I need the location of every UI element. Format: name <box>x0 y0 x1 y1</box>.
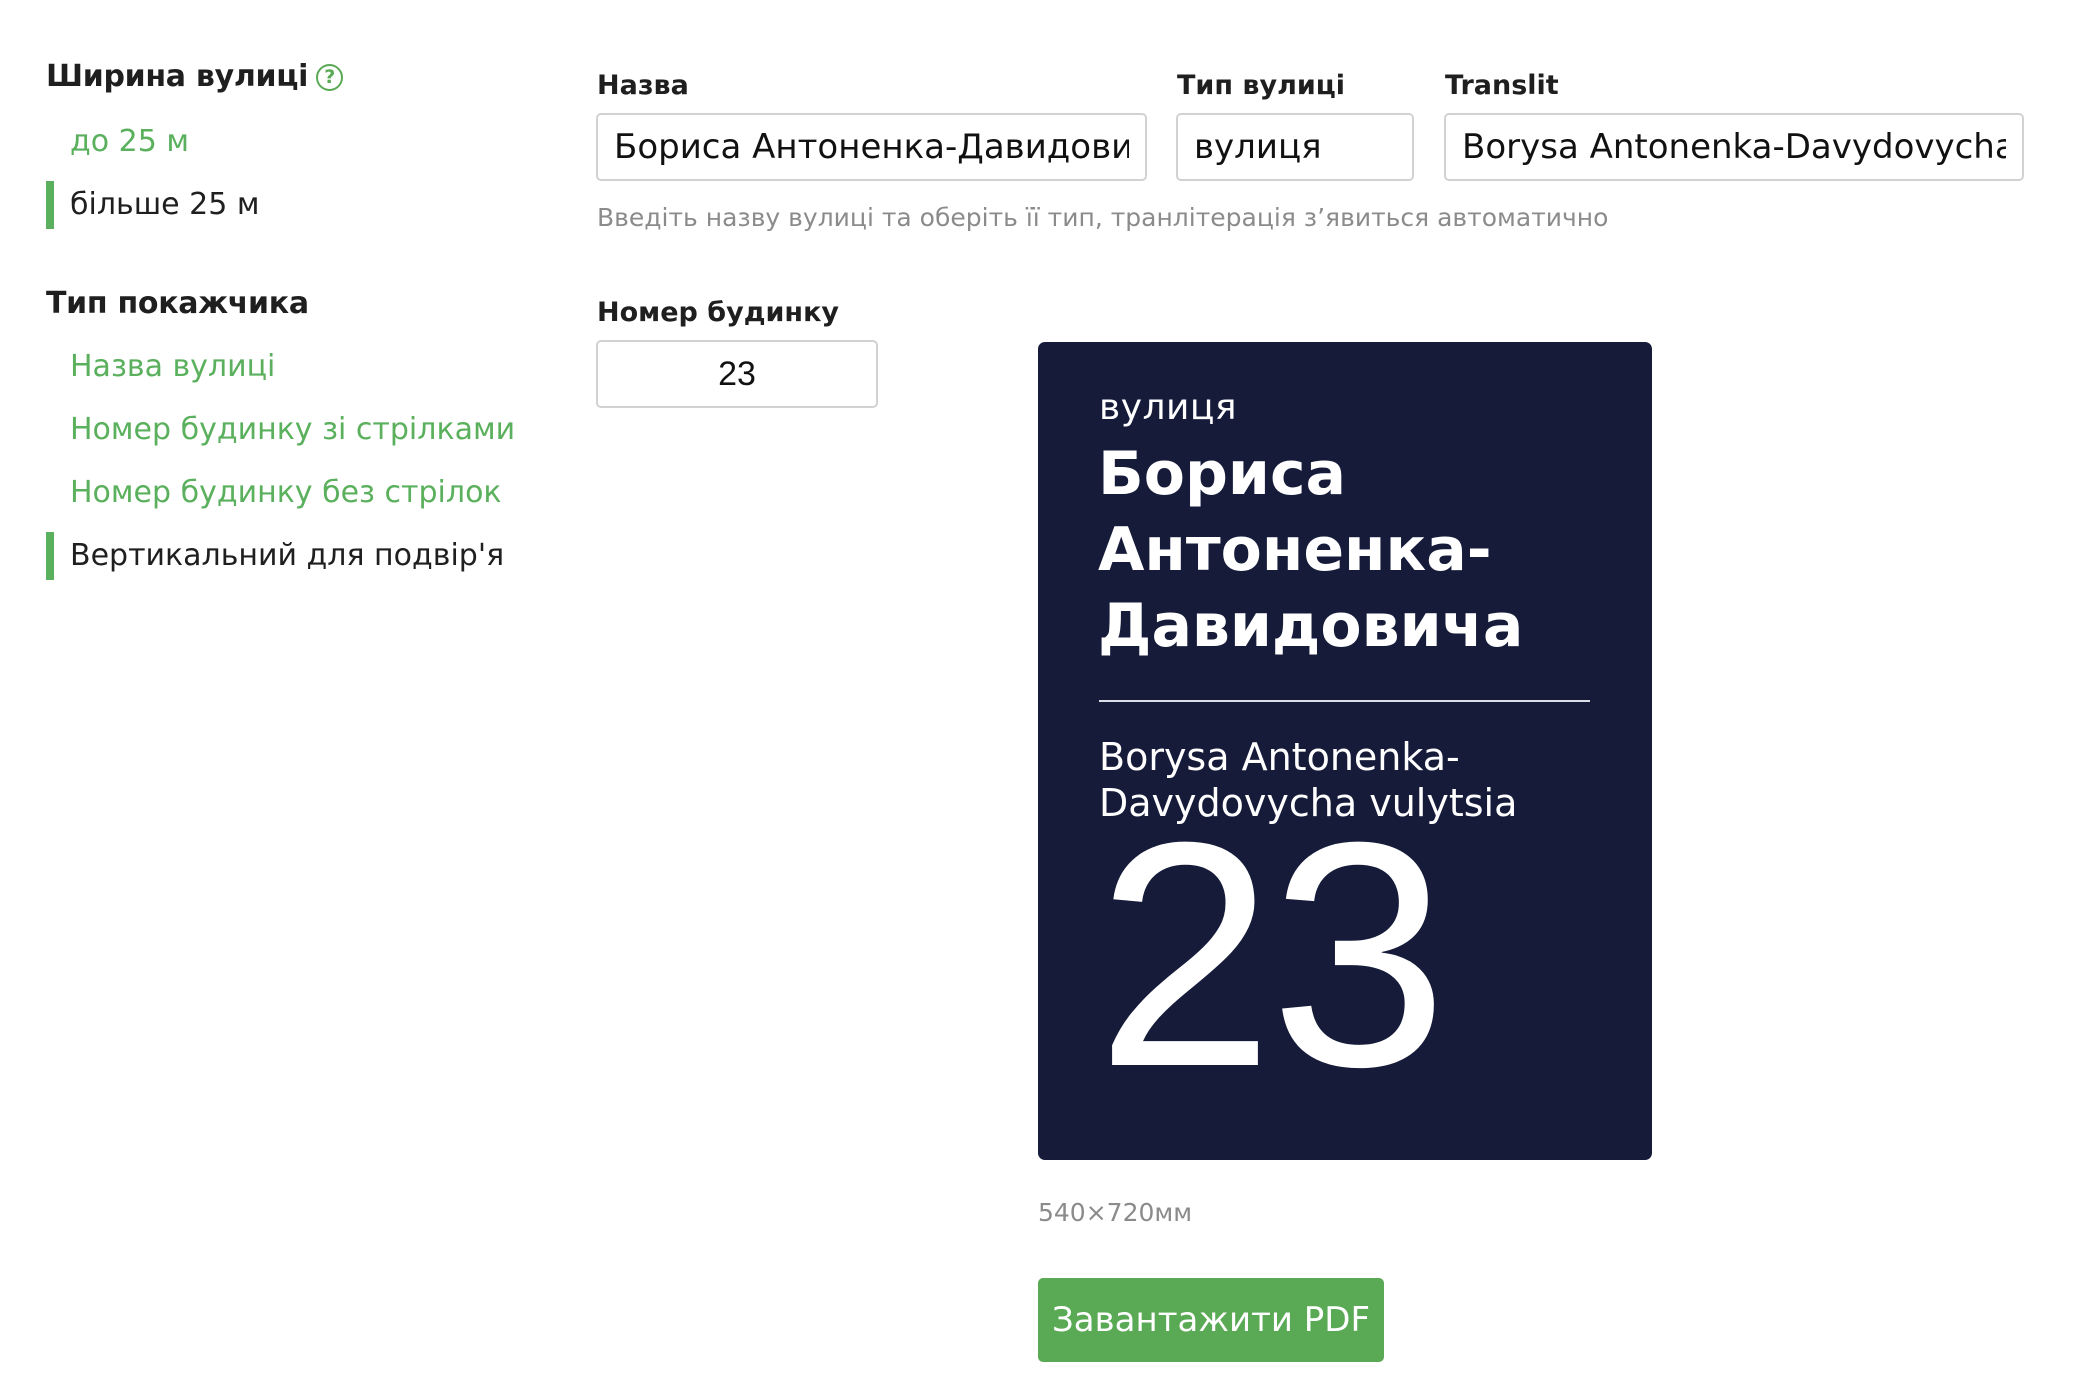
question-circle-icon[interactable]: ? <box>316 63 344 91</box>
sign-name-line: Бориса <box>1098 439 1346 509</box>
sign-translit-line: Borysa Antonenka- <box>1099 735 1460 779</box>
type-option-street-name[interactable]: Назва вулиці <box>46 343 566 391</box>
translit-label: Translit <box>1445 70 1559 101</box>
street-width-options: до 25 м більше 25 м <box>46 118 566 229</box>
type-option-vertical-courtyard[interactable]: Вертикальний для подвір'я <box>46 532 566 580</box>
name-label: Назва <box>597 70 689 101</box>
type-option-number-without-arrows[interactable]: Номер будинку без стрілок <box>46 469 566 517</box>
width-option-over-25m[interactable]: більше 25 м <box>46 181 566 229</box>
download-pdf-button[interactable]: Завантажити PDF <box>1038 1278 1384 1362</box>
street-type-input[interactable] <box>1176 113 1414 181</box>
sign-divider <box>1099 700 1590 702</box>
translit-input[interactable] <box>1444 113 2024 181</box>
sign-type-options: Назва вулиці Номер будинку зі стрілками … <box>46 343 566 580</box>
type-option-number-with-arrows[interactable]: Номер будинку зі стрілками <box>46 406 566 454</box>
sign-type-title: Тип покажчика <box>46 286 309 321</box>
sign-house-number: 23 <box>1096 775 1448 1133</box>
width-option-up-to-25m[interactable]: до 25 м <box>46 118 566 166</box>
sidebar: Ширина вулиці ? до 25 м більше 25 м Тип … <box>46 62 566 595</box>
sign-name-line: Антоненка- <box>1098 515 1492 585</box>
sign-size-note: 540×720мм <box>1038 1198 1193 1227</box>
street-width-heading: Ширина вулиці ? <box>46 62 566 92</box>
house-number-input[interactable] <box>596 340 878 408</box>
sign-name-line: Давидовича <box>1098 591 1524 661</box>
street-width-title: Ширина вулиці <box>46 59 309 94</box>
form-hint: Введіть назву вулиці та оберіть її тип, … <box>597 203 1609 232</box>
street-name-input[interactable] <box>596 113 1147 181</box>
house-number-label: Номер будинку <box>597 297 840 328</box>
street-type-label: Тип вулиці <box>1177 70 1346 101</box>
sign-street-type: вулиця <box>1099 387 1238 428</box>
sign-preview: вулиця Бориса Антоненка- Давидовича Bory… <box>1038 342 1652 1160</box>
sign-street-name: Бориса Антоненка- Давидовича <box>1098 436 1618 664</box>
